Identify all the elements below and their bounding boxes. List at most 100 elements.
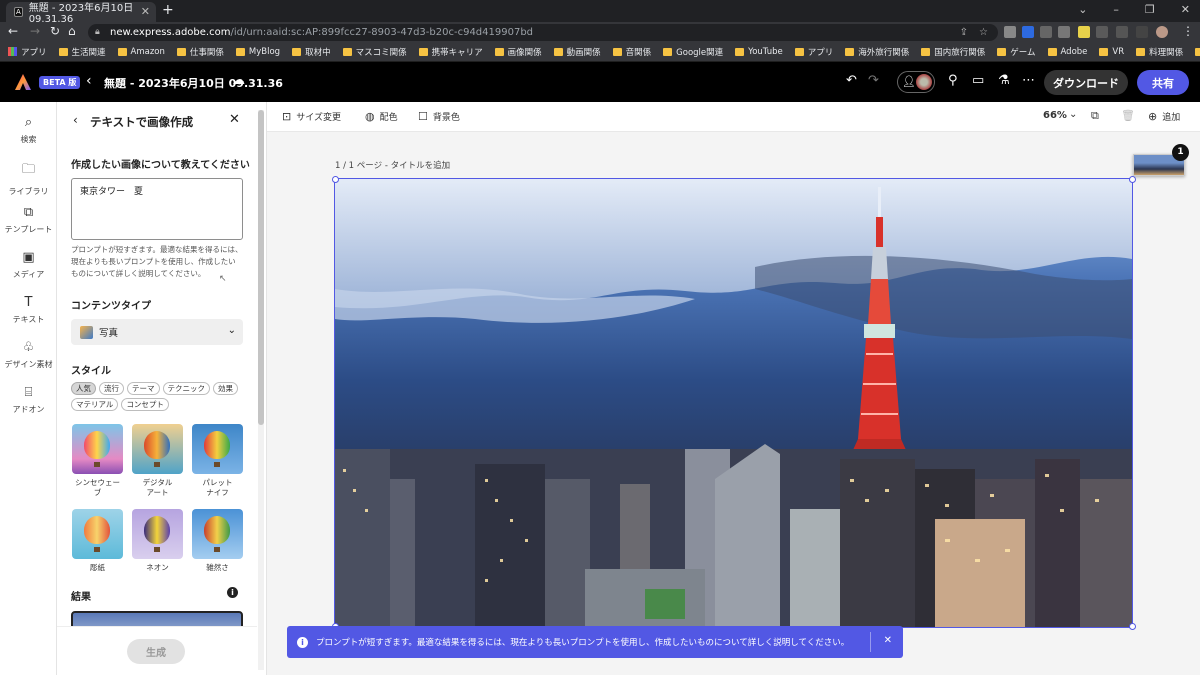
browser-menu-icon[interactable]: ⋮	[1182, 24, 1194, 38]
bookmark-item[interactable]: VR	[1099, 47, 1124, 57]
rail-item-addons[interactable]: ⌸ アドオン	[0, 385, 57, 415]
bookmark-item[interactable]: 国内旅行関係	[921, 46, 985, 58]
zoom-chevron-icon[interactable]: ⌄	[1069, 109, 1077, 120]
tab-search-icon[interactable]: ⌄	[1078, 3, 1087, 16]
generate-button[interactable]: 生成	[127, 639, 185, 664]
bookmark-item[interactable]: 仕事関係	[176, 46, 224, 58]
toast-close-icon[interactable]: ✕	[884, 635, 892, 646]
trash-icon[interactable]: 🗑︎	[1121, 109, 1135, 122]
reload-icon[interactable]: ↻	[50, 24, 60, 38]
style-card-synthwave[interactable]: シンセウェーブ	[72, 424, 123, 498]
bookmark-star-icon[interactable]: ☆	[979, 24, 988, 41]
close-window-button[interactable]: ✕	[1181, 3, 1190, 16]
chip-material[interactable]: マテリアル	[71, 398, 119, 411]
extension-r-icon[interactable]	[1058, 26, 1070, 38]
bookmark-item[interactable]: 音関係	[612, 46, 651, 58]
extension-yellow-icon[interactable]	[1078, 26, 1090, 38]
rail-item-text[interactable]: T テキスト	[0, 295, 57, 325]
flask-icon[interactable]: ⚗	[998, 73, 1010, 88]
color-scheme-button[interactable]: ◍ 配色	[365, 110, 398, 123]
extension-square-icon[interactable]	[1096, 26, 1108, 38]
back-arrow-icon[interactable]: ←	[8, 24, 18, 38]
extension-blue-icon[interactable]	[1022, 26, 1034, 38]
chip-popular[interactable]: 人気	[71, 382, 96, 395]
collaborators[interactable]: 👤︎	[897, 71, 935, 93]
bookmark-item[interactable]: 動画関係	[553, 46, 601, 58]
url-field[interactable]: 🔒︎ new.express.adobe.com/id/urn:aaid:sc:…	[88, 24, 998, 41]
browser-tab[interactable]: A 無題 - 2023年6月10日 09.31.36 ✕	[6, 2, 156, 25]
folder-icon	[1195, 47, 1200, 56]
bookmark-item[interactable]: アプリ	[8, 46, 47, 58]
bookmark-item[interactable]: 生活関連	[58, 46, 106, 58]
restore-button[interactable]: ❐	[1145, 3, 1155, 16]
share-button[interactable]: 共有	[1137, 70, 1189, 95]
bookmark-item[interactable]: マスコミ関係	[342, 46, 407, 58]
extension-f-icon[interactable]	[1040, 26, 1052, 38]
bookmark-item[interactable]: ゲーム	[997, 46, 1036, 58]
panel-close-icon[interactable]: ✕	[229, 112, 240, 127]
resize-handle-top-right[interactable]	[1129, 176, 1136, 183]
bookmark-item[interactable]: Google関連	[663, 46, 723, 58]
scrollbar-thumb[interactable]	[258, 110, 264, 425]
page-label[interactable]: 1 / 1 ページ - タイトルを追加	[335, 159, 450, 171]
bookmark-item[interactable]: Adobe	[1047, 47, 1087, 57]
redo-icon[interactable]: ↷	[868, 73, 879, 88]
style-card-neon[interactable]: ネオン	[132, 509, 183, 573]
comment-icon[interactable]: ▭	[972, 73, 984, 88]
rail-item-search[interactable]: ⌕ 検索	[0, 115, 57, 145]
style-card-palette-knife[interactable]: パレット ナイフ	[192, 424, 243, 498]
style-card-chaotic[interactable]: 雑然さ	[192, 509, 243, 573]
bookmark-item[interactable]: 画像関係	[494, 46, 542, 58]
tab-close-icon[interactable]: ✕	[141, 5, 150, 18]
artboard-image[interactable]	[334, 178, 1133, 628]
back-chevron-icon[interactable]: ‹	[86, 73, 92, 89]
add-page-button[interactable]: ⊕ 追加	[1148, 110, 1180, 123]
home-icon[interactable]: ⌂	[68, 24, 76, 38]
prompt-input[interactable]: 東京タワー 夏	[71, 178, 243, 240]
chip-effect[interactable]: 効果	[213, 382, 238, 395]
more-options-icon[interactable]: ⋯	[1022, 73, 1035, 88]
undo-icon[interactable]: ↶	[846, 73, 857, 88]
rail-item-media[interactable]: ▣ メディア	[0, 250, 57, 280]
chip-theme[interactable]: テーマ	[127, 382, 160, 395]
minimize-button[interactable]: –	[1113, 3, 1119, 16]
rail-item-design-assets[interactable]: ♧ デザイン素材	[0, 340, 57, 370]
bookmark-item[interactable]: 料理関係	[1136, 46, 1183, 58]
bookmark-item[interactable]: 取材中	[292, 46, 331, 58]
resize-button[interactable]: ⊡ サイズ変更	[282, 110, 341, 123]
style-card-digital-art[interactable]: デジタル アート	[132, 424, 183, 498]
resize-handle-top-left[interactable]	[332, 176, 339, 183]
pages-icon[interactable]: ⧉	[1091, 109, 1099, 123]
background-color-button[interactable]: ☐ 背景色	[418, 110, 460, 123]
extensions-puzzle-icon[interactable]	[1116, 26, 1128, 38]
bookmark-item[interactable]: 携帯キャリア	[418, 46, 483, 58]
chip-trending[interactable]: 流行	[99, 382, 124, 395]
rail-item-library[interactable]: 🗀 ライブラリ	[0, 160, 57, 197]
share-page-icon[interactable]: ⇪	[960, 24, 968, 41]
content-type-select[interactable]: 写真 ⌄	[71, 319, 243, 345]
chip-technique[interactable]: テクニック	[162, 382, 210, 395]
lightbulb-icon[interactable]: ⚲	[948, 73, 958, 88]
new-tab-button[interactable]: +	[162, 2, 174, 18]
bookmark-item[interactable]: 海外旅行関係	[845, 46, 909, 58]
bookmark-item[interactable]: Amazon	[117, 47, 165, 57]
bookmark-item[interactable]: AI	[1195, 47, 1200, 57]
resize-handle-bottom-right[interactable]	[1129, 623, 1136, 630]
panel-scrollbar[interactable]	[258, 110, 264, 670]
zoom-level[interactable]: 66%	[1043, 110, 1067, 121]
document-title[interactable]: 無題 - 2023年6月10日 09.31.36	[104, 75, 283, 91]
download-button[interactable]: ダウンロード	[1044, 70, 1128, 95]
rail-item-templates[interactable]: ⧉ テンプレート	[0, 205, 57, 235]
forward-arrow-icon[interactable]: →	[30, 24, 40, 38]
info-icon[interactable]: i	[227, 587, 238, 598]
panel-back-icon[interactable]: ‹	[73, 113, 78, 127]
profile-avatar[interactable]	[1156, 26, 1168, 38]
extension-s-icon[interactable]	[1004, 26, 1016, 38]
style-card-paper-cut[interactable]: 彫紙	[72, 509, 123, 573]
chip-concept[interactable]: コンセプト	[121, 398, 169, 411]
adobe-express-logo-icon[interactable]	[14, 73, 32, 91]
sidepanel-icon[interactable]	[1136, 26, 1148, 38]
bookmark-item[interactable]: アプリ	[794, 46, 833, 58]
bookmark-item[interactable]: YouTube	[735, 47, 783, 57]
bookmark-item[interactable]: MyBlog	[235, 47, 280, 57]
